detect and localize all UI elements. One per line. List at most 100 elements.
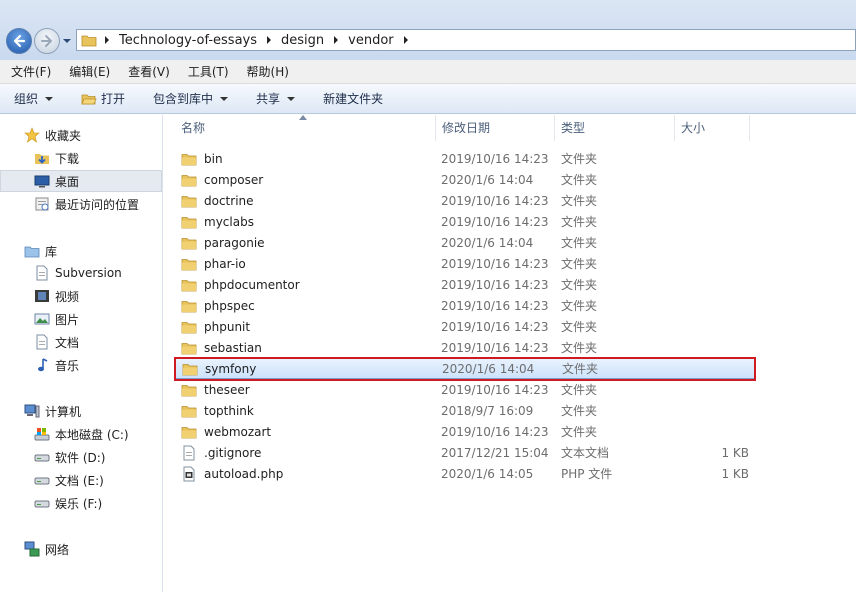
nav-drive-e[interactable]: 文档 (E:) [0, 469, 162, 491]
hard-drive-icon [34, 454, 50, 462]
breadcrumb-separator[interactable] [334, 36, 339, 44]
file-type: 文件夹 [561, 194, 598, 208]
file-row[interactable]: webmozart 2019/10/16 14:23 文件夹 [175, 421, 755, 442]
folder-icon [181, 153, 197, 165]
file-name-cell: symfony [176, 361, 436, 377]
chevron-down-icon [287, 96, 296, 101]
nav-drive-c[interactable]: 本地磁盘 (C:) [0, 423, 162, 445]
file-name: phpspec [204, 298, 255, 313]
column-size[interactable]: 大小 [675, 115, 750, 141]
folder-icon [181, 258, 197, 270]
nav-videos-label: 视频 [55, 289, 80, 304]
file-row[interactable]: bin 2019/10/16 14:23 文件夹 [175, 148, 755, 169]
nav-downloads[interactable]: 下载 [0, 147, 162, 169]
file-row[interactable]: symfony 2020/1/6 14:04 文件夹 [175, 358, 755, 379]
nav-pictures[interactable]: 图片 [0, 308, 162, 330]
back-button[interactable] [6, 28, 32, 54]
nav-favorites[interactable]: 收藏夹 [0, 124, 162, 146]
folder-icon [181, 195, 197, 207]
nav-network[interactable]: 网络 [0, 538, 162, 560]
history-dropdown-icon[interactable] [62, 36, 72, 46]
nav-documents[interactable]: 文档 [0, 331, 162, 353]
file-row[interactable]: theseer 2019/10/16 14:23 文件夹 [175, 379, 755, 400]
file-name-cell: topthink [175, 403, 435, 419]
file-row[interactable]: autoload.php 2020/1/6 14:05 PHP 文件 1 KB [175, 463, 755, 484]
file-row[interactable]: phar-io 2019/10/16 14:23 文件夹 [175, 253, 755, 274]
nav-recent[interactable]: 最近访问的位置 [0, 193, 162, 215]
file-name-cell: phpspec [175, 298, 435, 314]
file-name: symfony [205, 361, 257, 376]
file-row[interactable]: myclabs 2019/10/16 14:23 文件夹 [175, 211, 755, 232]
file-date: 2017/12/21 15:04 [441, 445, 549, 460]
file-type: 文件夹 [561, 236, 598, 250]
organize-button[interactable]: 组织 [14, 90, 54, 107]
nav-libraries-label: 库 [45, 244, 58, 259]
breadcrumb-separator[interactable] [105, 36, 109, 44]
column-type[interactable]: 类型 [555, 115, 675, 141]
file-row[interactable]: phpunit 2019/10/16 14:23 文件夹 [175, 316, 755, 337]
nav-music-label: 音乐 [55, 358, 80, 373]
file-date: 2020/1/6 14:05 [441, 466, 534, 481]
column-name[interactable]: 名称 [175, 115, 436, 141]
file-row[interactable]: .gitignore 2017/12/21 15:04 文本文档 1 KB [175, 442, 755, 463]
nav-drive-f[interactable]: 娱乐 (F:) [0, 492, 162, 514]
file-row[interactable]: topthink 2018/9/7 16:09 文件夹 [175, 400, 755, 421]
include-library-button[interactable]: 包含到库中 [153, 90, 229, 107]
address-input[interactable]: Technology-of-essays design vendor [76, 29, 856, 51]
file-row[interactable]: doctrine 2019/10/16 14:23 文件夹 [175, 190, 755, 211]
folder-icon [182, 363, 198, 375]
forward-button[interactable] [34, 28, 60, 54]
nav-drive-d[interactable]: 软件 (D:) [0, 446, 162, 468]
open-button[interactable]: 打开 [81, 90, 125, 107]
breadcrumb-separator[interactable] [403, 36, 408, 44]
file-row[interactable]: phpdocumentor 2019/10/16 14:23 文件夹 [175, 274, 755, 295]
breadcrumb-vendor[interactable]: vendor [348, 33, 393, 48]
nav-drive-f-label: 娱乐 (F:) [55, 496, 103, 511]
menu-edit[interactable]: 编辑(E) [66, 61, 113, 82]
nav-desktop[interactable]: 桌面 [0, 170, 162, 192]
file-date: 2018/9/7 16:09 [441, 403, 534, 418]
column-date[interactable]: 修改日期 [436, 115, 555, 141]
file-date: 2020/1/6 14:04 [441, 172, 534, 187]
breadcrumb-separator[interactable] [267, 36, 272, 44]
file-type: 文件夹 [561, 173, 598, 187]
arrow-right-icon [41, 35, 52, 47]
folder-icon [181, 279, 197, 291]
nav-videos[interactable]: 视频 [0, 285, 162, 307]
file-row[interactable]: composer 2020/1/6 14:04 文件夹 [175, 169, 755, 190]
file-type: 文本文档 [561, 446, 610, 460]
menu-file[interactable]: 文件(F) [8, 61, 54, 82]
nav-music[interactable]: 音乐 [0, 354, 162, 376]
breadcrumb-design[interactable]: design [281, 33, 324, 48]
hard-drive-icon [34, 477, 50, 485]
nav-recent-label: 最近访问的位置 [55, 197, 140, 212]
menu-tools[interactable]: 工具(T) [185, 61, 232, 82]
nav-libraries[interactable]: 库 [0, 240, 162, 262]
file-row[interactable]: paragonie 2020/1/6 14:04 文件夹 [175, 232, 755, 253]
file-type: 文件夹 [561, 383, 598, 397]
file-name: paragonie [204, 235, 265, 250]
download-folder-icon [35, 154, 49, 164]
file-size: 1 KB [721, 466, 749, 481]
folder-icon [81, 35, 97, 47]
share-button[interactable]: 共享 [256, 90, 296, 107]
breadcrumb-technology-of-essays[interactable]: Technology-of-essays [119, 33, 257, 48]
file-name: phpdocumentor [204, 277, 300, 292]
file-name-cell: bin [175, 151, 435, 167]
folder-icon [181, 174, 197, 186]
file-row[interactable]: phpspec 2019/10/16 14:23 文件夹 [175, 295, 755, 316]
file-type: 文件夹 [561, 215, 598, 229]
file-name: phpunit [204, 319, 251, 334]
menu-view[interactable]: 查看(V) [125, 61, 173, 82]
nav-computer[interactable]: 计算机 [0, 400, 162, 422]
nav-subversion[interactable]: Subversion [0, 262, 162, 284]
file-row[interactable]: sebastian 2019/10/16 14:23 文件夹 [175, 337, 755, 358]
include-library-label: 包含到库中 [153, 92, 214, 106]
new-folder-button[interactable]: 新建文件夹 [323, 90, 383, 107]
nav-network-label: 网络 [45, 542, 70, 557]
folder-icon [181, 384, 197, 396]
file-date: 2019/10/16 14:23 [441, 277, 549, 292]
menu-help[interactable]: 帮助(H) [244, 61, 292, 82]
file-date: 2020/1/6 14:04 [441, 235, 534, 250]
folder-icon [181, 300, 197, 312]
